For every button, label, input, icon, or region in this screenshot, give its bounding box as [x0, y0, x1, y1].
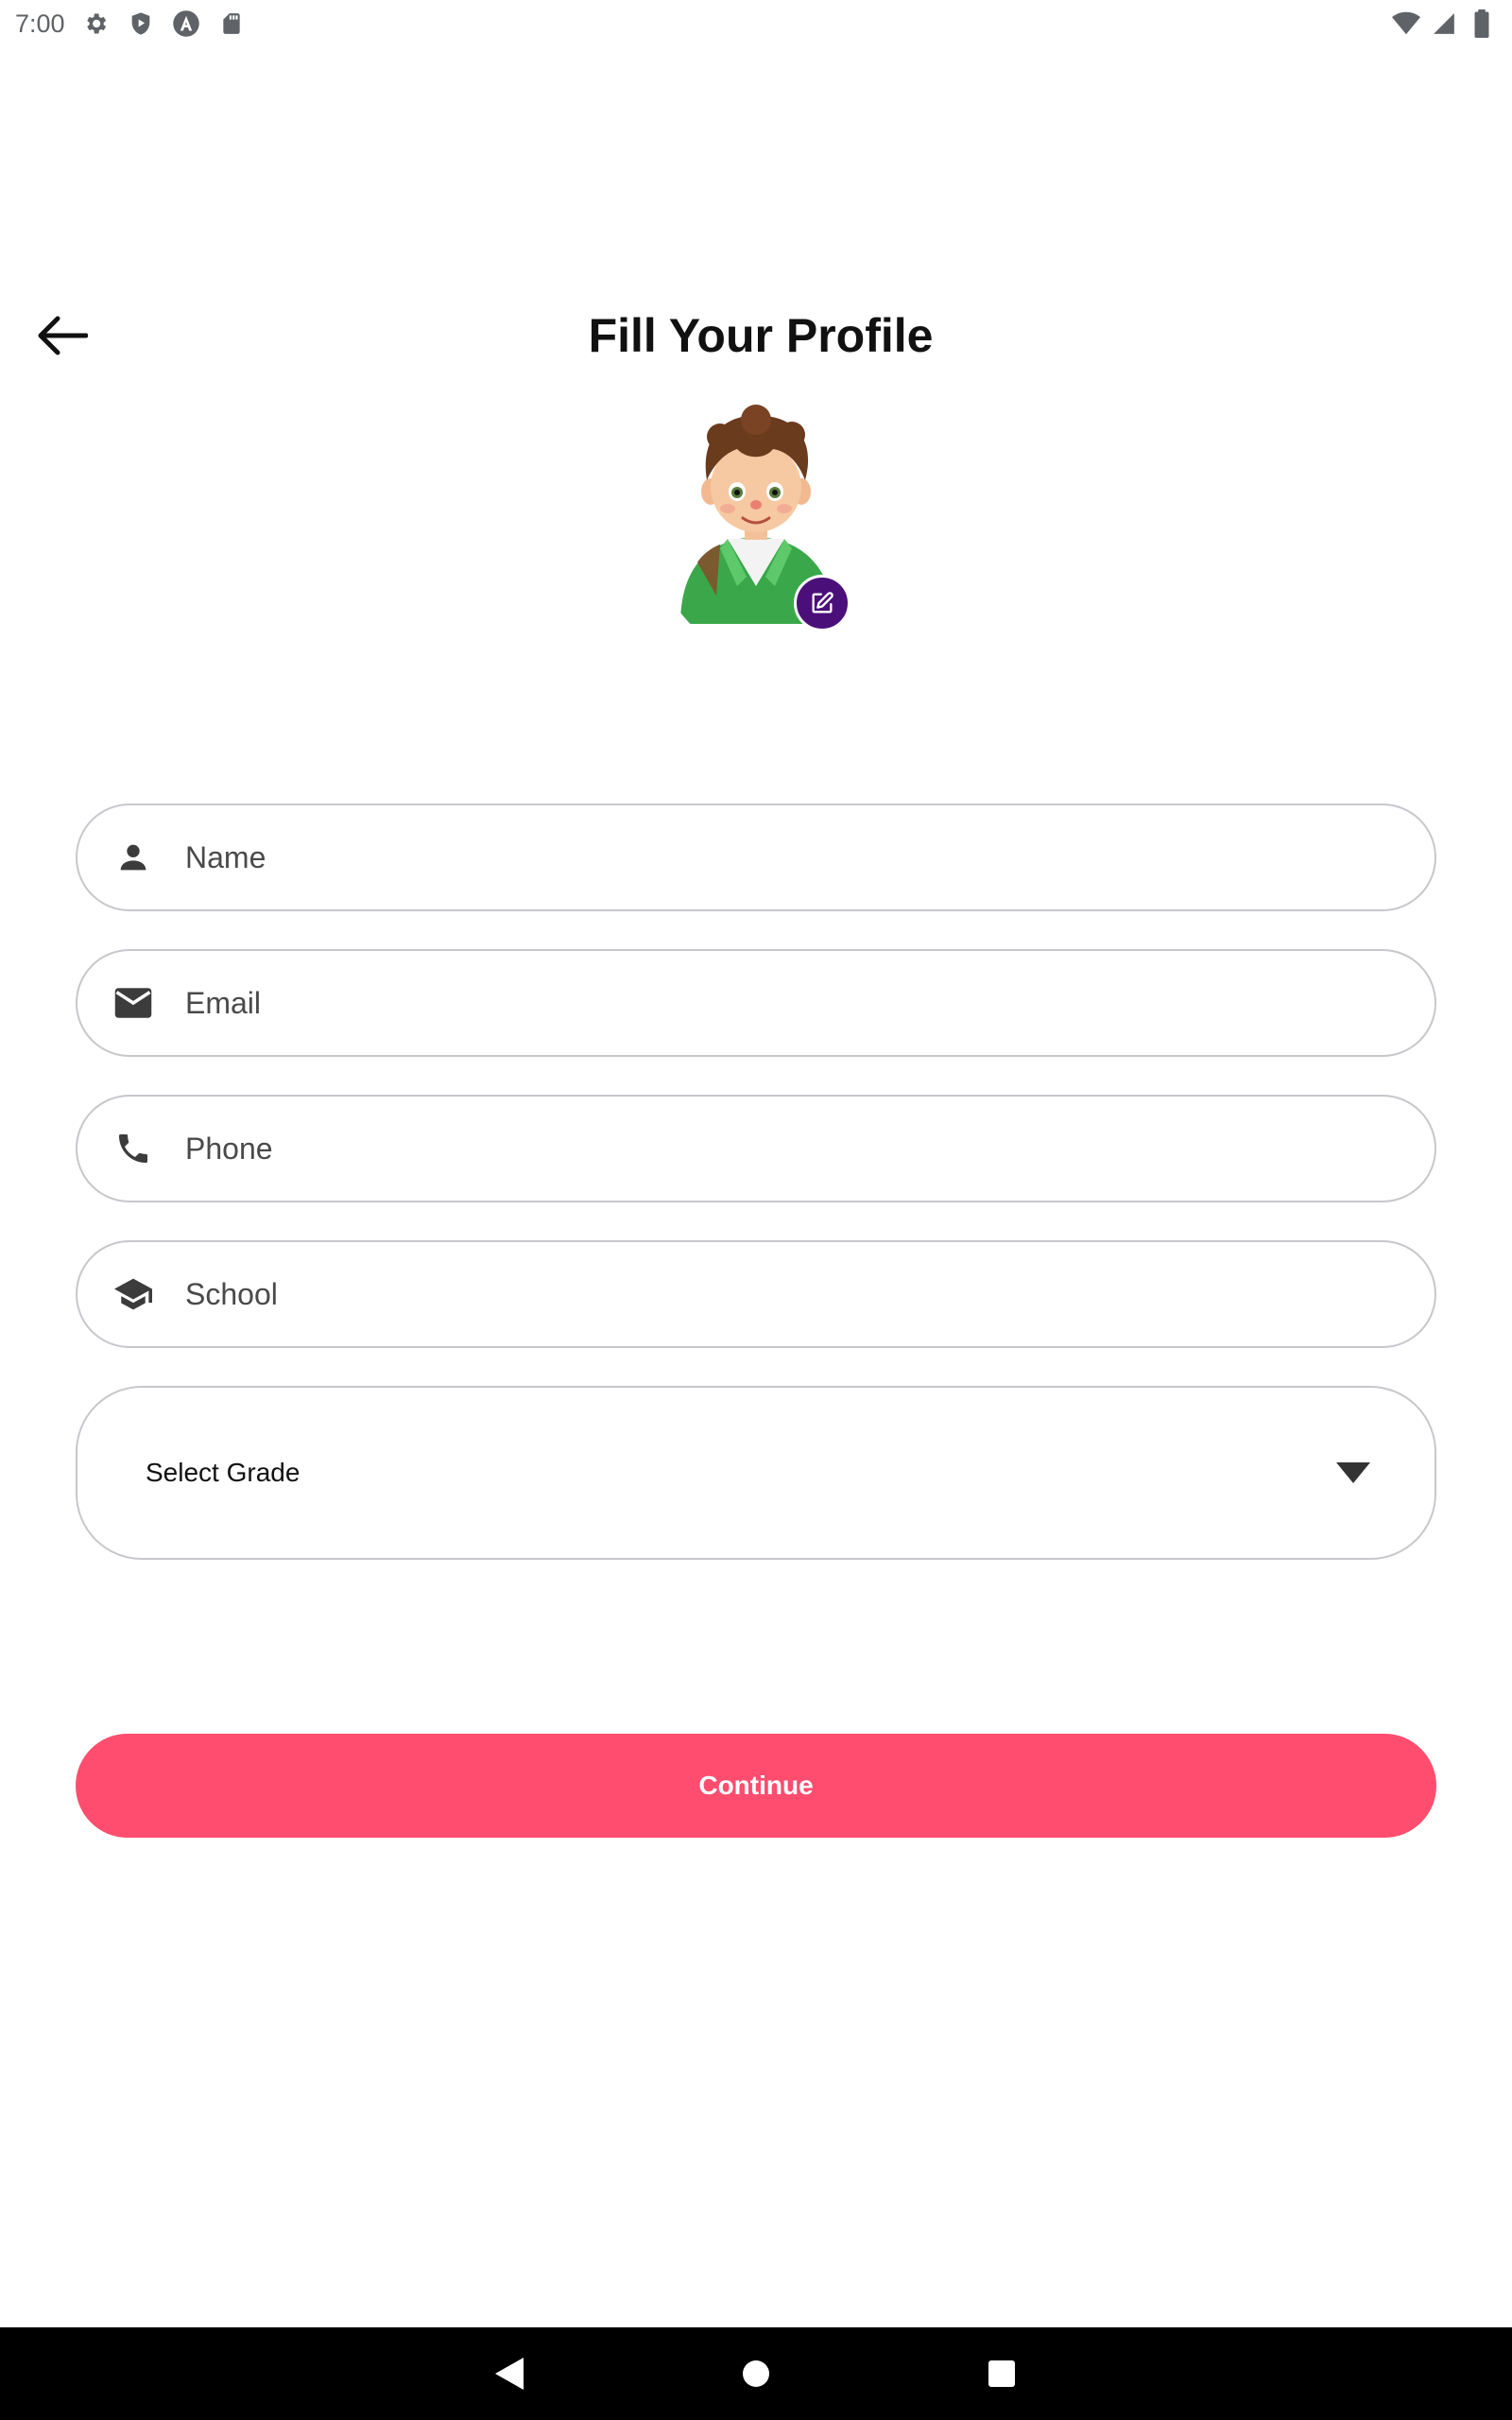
- grade-select-label: Select Grade: [146, 1458, 301, 1487]
- signal-icon: [1429, 9, 1459, 39]
- phone-input[interactable]: [185, 1097, 1435, 1201]
- screen: 7:00 Fill Your Profile Name Email Phone …: [0, 0, 1512, 2420]
- name-field[interactable]: [76, 804, 1436, 911]
- nav-back-button[interactable]: [482, 2345, 539, 2402]
- grade-select[interactable]: Select Grade: [76, 1386, 1436, 1560]
- status-bar: 7:00: [0, 0, 1512, 47]
- status-right: [1391, 9, 1497, 39]
- home-circle-icon: [743, 2360, 769, 2387]
- back-triangle-icon: [495, 2358, 524, 2390]
- header: Fill Your Profile: [0, 284, 1512, 388]
- school-input[interactable]: [185, 1242, 1435, 1346]
- battery-icon: [1467, 9, 1497, 39]
- navigation-bar: [0, 2327, 1512, 2420]
- avatar-edit-button[interactable]: [794, 575, 850, 631]
- person-icon: [112, 836, 155, 879]
- recents-square-icon: [988, 2360, 1015, 2387]
- avatar-container: [662, 397, 860, 633]
- shield-play-icon: [126, 9, 156, 39]
- wifi-icon: [1391, 9, 1421, 39]
- edit-icon: [812, 592, 833, 614]
- phone-field[interactable]: [76, 1095, 1436, 1202]
- name-input[interactable]: [185, 805, 1435, 909]
- a-circle-icon: [171, 9, 201, 39]
- phone-icon: [112, 1127, 155, 1170]
- school-field[interactable]: [76, 1240, 1436, 1348]
- status-left: 7:00: [15, 9, 247, 39]
- nav-home-button[interactable]: [728, 2345, 784, 2402]
- sd-card-icon: [216, 9, 247, 39]
- continue-button[interactable]: Continue: [76, 1734, 1436, 1838]
- mail-icon: [112, 981, 155, 1025]
- settings-icon: [80, 9, 111, 39]
- dropdown-arrow-icon: [1334, 1454, 1372, 1492]
- status-time: 7:00: [15, 9, 65, 38]
- school-icon: [112, 1272, 155, 1316]
- nav-recents-button[interactable]: [973, 2345, 1030, 2402]
- page-title: Fill Your Profile: [588, 309, 934, 362]
- email-input[interactable]: [185, 951, 1435, 1055]
- email-field[interactable]: [76, 949, 1436, 1057]
